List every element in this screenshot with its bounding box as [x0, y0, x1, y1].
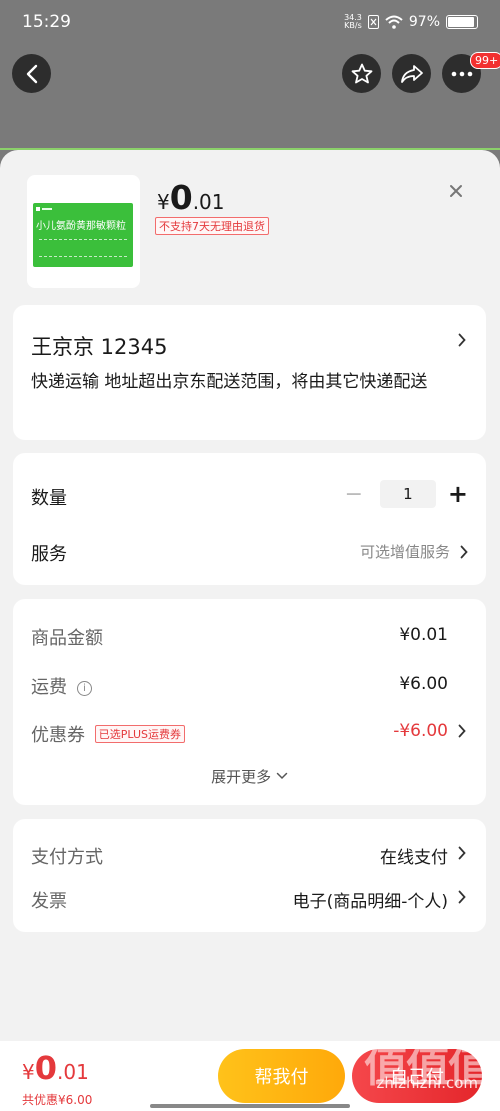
expand-more-label: 展开更多	[211, 768, 272, 786]
price-summary-card: 商品金额 ¥0.01 运费 i ¥6.00 优惠券 已选PLUS运费券 -¥6.0…	[13, 599, 486, 805]
chevron-down-icon	[276, 772, 288, 780]
service-value: 可选增值服务	[359, 543, 450, 561]
shipping-value: ¥6.00	[399, 674, 448, 694]
sim-icon	[367, 15, 379, 29]
invoice-label: 发票	[31, 891, 67, 912]
product-price: ¥0.01	[157, 178, 225, 217]
brand-mark-icon	[36, 207, 52, 211]
product-image-text: 小儿氨酚黄那敏颗粒	[36, 221, 126, 232]
service-selector[interactable]: 可选增值服务	[360, 541, 468, 562]
arrow-left-icon	[26, 64, 37, 83]
expand-more-button[interactable]: 展开更多	[13, 766, 486, 787]
service-chevron-icon	[460, 545, 468, 558]
home-indicator[interactable]	[150, 1104, 350, 1108]
close-button[interactable]	[449, 179, 463, 203]
coupon-label-row: 优惠券 已选PLUS运费券	[31, 721, 185, 747]
invoice-value[interactable]: 电子(商品明细-个人)	[293, 887, 448, 912]
delivery-note: 快递运输 地址超出京东配送范围，将由其它快递配送	[31, 372, 428, 392]
checkout-sheet: 小儿氨酚黄那敏颗粒 ¥0.01 不支持7天无理由退货 王京京 12345 快递运…	[0, 150, 500, 1111]
goods-amount-value: ¥0.01	[399, 625, 448, 645]
service-label: 服务	[31, 544, 67, 565]
price-dec: .01	[192, 190, 225, 214]
quantity-service-card: 数量 − 1 + 服务 可选增值服务	[13, 453, 486, 585]
share-button[interactable]	[392, 54, 431, 93]
coupon-tag: 已选PLUS运费券	[94, 725, 185, 743]
goods-amount-label: 商品金额	[31, 628, 103, 649]
status-bar: 15:29 34.3 KB/s 97%	[0, 0, 500, 46]
back-button[interactable]	[12, 54, 51, 93]
coupon-value[interactable]: -¥6.00	[393, 721, 448, 741]
quantity-stepper[interactable]: − 1 +	[340, 480, 468, 508]
recipient-name-phone: 王京京 12345	[31, 335, 168, 359]
battery-text: 97%	[408, 14, 440, 30]
quantity-label: 数量	[31, 488, 67, 509]
quantity-minus-button[interactable]: −	[340, 482, 368, 507]
net-speed-unit: KB/s	[344, 21, 362, 30]
coupon-chevron-icon[interactable]	[458, 723, 466, 743]
star-icon	[351, 63, 372, 83]
clock: 15:29	[22, 12, 71, 32]
total-discount: 共优惠¥6.00	[22, 1093, 93, 1107]
return-policy: 不支持7天无理由退货	[155, 215, 269, 235]
invoice-chevron-icon[interactable]	[458, 889, 466, 909]
price-currency: ¥	[157, 190, 170, 214]
price-int: 0	[169, 178, 193, 217]
quantity-input[interactable]: 1	[379, 480, 436, 508]
coupon-label: 优惠券	[31, 725, 85, 746]
total-dec: .01	[57, 1060, 89, 1084]
more-dots-icon	[451, 71, 472, 76]
favorite-button[interactable]	[342, 54, 381, 93]
info-icon[interactable]: i	[77, 681, 92, 696]
payment-card: 支付方式 在线支付 发票 电子(商品明细-个人)	[13, 819, 486, 932]
payment-method-value[interactable]: 在线支付	[380, 843, 448, 868]
shipping-label-row: 运费 i	[31, 673, 92, 699]
product-image[interactable]: 小儿氨酚黄那敏颗粒	[27, 175, 140, 288]
share-icon	[400, 64, 423, 83]
package-logo	[36, 206, 52, 214]
payment-chevron-icon[interactable]	[458, 845, 466, 865]
product-package: 小儿氨酚黄那敏颗粒	[33, 203, 133, 267]
address-chevron-icon	[458, 332, 466, 352]
total-int: 0	[34, 1049, 57, 1087]
total-price: ¥0.01	[22, 1049, 89, 1087]
total-currency: ¥	[22, 1060, 35, 1084]
watermark-site: zhizhizhi.com	[376, 1074, 478, 1092]
help-me-pay-button[interactable]: 帮我付	[218, 1049, 345, 1103]
battery-icon	[446, 15, 478, 29]
net-speed: 34.3 KB/s	[344, 14, 362, 30]
message-badge: 99+	[470, 52, 500, 69]
quantity-plus-button[interactable]: +	[448, 480, 468, 508]
wifi-icon	[385, 15, 403, 29]
shipping-label: 运费	[31, 677, 67, 698]
payment-method-label: 支付方式	[31, 847, 103, 868]
close-icon	[450, 185, 462, 197]
return-policy-tag: 不支持7天无理由退货	[155, 217, 269, 235]
address-card[interactable]: 王京京 12345 快递运输 地址超出京东配送范围，将由其它快递配送	[13, 305, 486, 440]
package-illustration	[39, 239, 127, 257]
status-icons: 34.3 KB/s 97%	[344, 14, 478, 30]
